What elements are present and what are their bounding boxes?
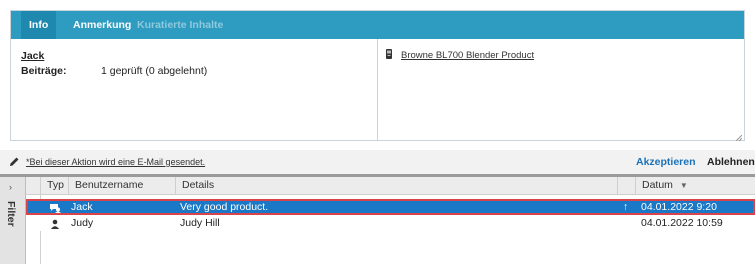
row-username: Jack xyxy=(71,201,93,213)
row-details: Very good product. xyxy=(180,201,269,213)
header-benutzername[interactable]: Benutzername xyxy=(68,177,175,194)
tab-bar: Info Anmerkung Kuratierte Inhalte xyxy=(11,11,744,39)
header-select-column xyxy=(26,177,40,194)
filter-label[interactable]: Filter xyxy=(5,201,17,227)
filter-panel-toggle[interactable]: › Filter xyxy=(0,177,26,264)
header-marker xyxy=(617,177,635,194)
header-datum-cell[interactable]: Datum ▼ xyxy=(635,177,755,194)
accept-button[interactable]: Akzeptieren xyxy=(636,156,696,168)
grid-header: Typ Benutzername Details Datum ▼ xyxy=(26,177,755,195)
table-row[interactable]: Judy Judy Hill 04.01.2022 10:59 xyxy=(26,215,755,231)
action-bar: *Bei dieser Aktion wird eine E-Mail gese… xyxy=(0,150,755,177)
user-name-link[interactable]: Jack xyxy=(21,50,44,62)
reject-button[interactable]: Ablehnen* xyxy=(707,156,755,168)
pencil-icon[interactable] xyxy=(9,156,20,167)
product-section: Browne BL700 Blender Product xyxy=(378,39,744,140)
product-box-icon xyxy=(386,49,392,59)
expand-arrow-icon[interactable]: › xyxy=(9,182,12,192)
user-info-section: Jack Beiträge: 1 geprüft (0 abgelehnt) xyxy=(11,39,377,140)
tab-anmerkung[interactable]: Anmerkung xyxy=(73,11,131,39)
user-icon xyxy=(50,218,60,229)
resize-grip-icon[interactable] xyxy=(735,132,743,142)
info-panel: Info Anmerkung Kuratierte Inhalte Jack B… xyxy=(10,10,745,142)
row-marker-icon: ↑ xyxy=(623,201,629,213)
table-row[interactable]: Jack Very good product. ↑ 04.01.2022 9:2… xyxy=(26,199,755,215)
contributions-label: Beiträge: xyxy=(21,65,67,77)
review-user-icon xyxy=(49,202,61,213)
row-details: Judy Hill xyxy=(180,217,220,229)
header-typ[interactable]: Typ xyxy=(40,177,68,194)
contributions-value: 1 geprüft (0 abgelehnt) xyxy=(101,65,208,77)
review-grid: Typ Benutzername Details Datum ▼ Jack Ve… xyxy=(26,177,755,264)
tab-kuratierte-inhalte: Kuratierte Inhalte xyxy=(137,19,224,31)
product-link[interactable]: Browne BL700 Blender Product xyxy=(401,50,534,61)
header-details[interactable]: Details xyxy=(175,177,617,194)
header-datum: Datum xyxy=(642,179,673,191)
column-line xyxy=(40,231,41,264)
tab-info[interactable]: Info xyxy=(21,11,57,39)
column-line xyxy=(40,195,41,199)
email-note-link[interactable]: *Bei dieser Aktion wird eine E-Mail gese… xyxy=(26,157,205,167)
sort-desc-icon: ▼ xyxy=(679,181,688,190)
row-date: 04.01.2022 9:20 xyxy=(641,201,717,213)
row-username: Judy xyxy=(71,217,94,229)
row-date: 04.01.2022 10:59 xyxy=(641,217,723,229)
